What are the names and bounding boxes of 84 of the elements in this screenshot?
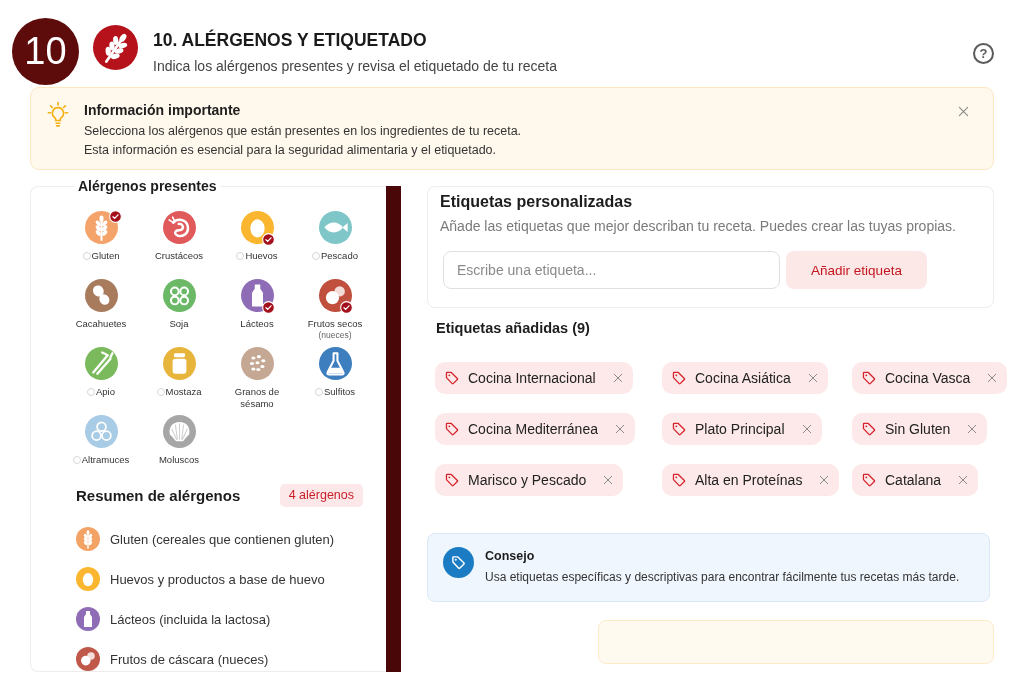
jar-icon[interactable] [162,347,196,380]
allergen-label: Altramuces [81,454,130,466]
allergen-label: Cacahuetes [75,318,127,330]
allergen-label: Gluten [91,250,120,262]
wheat-icon [93,25,138,70]
tag-icon [443,547,474,578]
radio-button[interactable] [156,387,165,396]
allergen-label: Mostaza [165,386,202,398]
close-icon[interactable] [612,373,623,383]
tag-icon [862,473,876,487]
tag-label: Catalana [885,472,942,488]
seeds-icon[interactable] [240,347,274,380]
close-icon[interactable] [603,475,614,485]
radio-button[interactable] [82,251,91,260]
close-icon[interactable] [807,373,818,383]
allergen-label: Crustáceos [154,250,204,262]
radio-button[interactable] [87,387,95,396]
shrimp-icon[interactable] [162,211,196,244]
close-icon[interactable] [987,373,998,383]
rings-icon[interactable] [162,279,196,312]
tip-text: Usa etiquetas específicas y descriptivas para encontrar fácilmente tus recetas más tarde. [485,569,960,585]
allergen-label: Sulfitos [323,386,356,398]
tag-label: Plato Principal [695,421,785,437]
add-tag-button[interactable]: Añadir etiqueta [786,251,927,289]
flask-icon[interactable] [318,347,352,380]
close-icon[interactable] [614,424,625,434]
tag-icon [445,371,459,385]
tag-icon [862,371,876,385]
step-badge: 10 [12,18,79,85]
allergen-label: Huevos [245,250,278,262]
radio-button[interactable] [314,387,323,396]
allergen-label: Frutos secos [307,318,363,330]
help-button[interactable]: ? [973,43,994,64]
stalks-icon[interactable] [84,347,118,380]
tag-label: Cocina Vasca [885,370,971,386]
tag-label: Cocina Internacional [468,370,596,386]
circles-icon[interactable] [84,415,118,448]
allergen-label: Lácteos [240,318,274,330]
close-icon[interactable] [819,475,830,485]
count-badge: 4 alérgenos [279,484,363,507]
tag-label: Marisco y Pescado [468,472,587,488]
tag-label: Alta en Proteínas [695,472,803,488]
allergen-summary-text: Gluten (cereales que contienen gluten) [110,531,335,547]
allergen-summary-text: Huevos y productos a base de huevo [110,571,325,587]
allergen-summary-text: Lácteos (incluida la lactosa) [110,611,271,627]
shell-icon[interactable] [162,415,196,448]
page-title: 10. ALÉRGENOS Y ETIQUETADO [153,29,427,51]
radio-button[interactable] [72,455,81,464]
close-icon[interactable] [958,475,969,485]
section-title: Etiquetas añadidas (9) [436,319,590,338]
allergen-note: (nueces) [318,329,352,340]
allergen-label: Apio [96,386,115,398]
tag-icon [445,422,459,436]
tag-label: Cocina Asiática [695,370,791,386]
close-icon[interactable] [958,106,969,117]
tag-label: Cocina Mediterránea [468,421,598,437]
fish-icon[interactable] [318,211,352,244]
allergen-label: Granos de sésamo [233,386,281,409]
close-icon[interactable] [967,424,978,434]
allergen-summary-text: Frutos de cáscara (nueces) [110,651,269,667]
tip-title: Consejo [485,548,535,564]
banner-title: Información importante [84,101,241,119]
page-subtitle: Indica los alérgenos presentes y revisa el etiquetado de tu receta [153,57,557,76]
close-icon[interactable] [801,424,812,434]
allergen-label: Pescado [321,250,358,262]
banner-text: Selecciona los alérgenos que están presentes en los ingredientes de tu receta. [84,123,522,140]
tag-icon [672,371,686,385]
tag-icon [862,422,876,436]
allergen-label: Soja [169,318,189,330]
section-title: Etiquetas personalizadas [440,192,633,212]
wheat-icon[interactable] [84,211,118,244]
section-title: Resumen de alérgenos [76,485,241,506]
section-description: Añade las etiquetas que mejor describan tu receta. Puedes crear las tuyas propias. [440,217,956,236]
tag-label: Sin Gluten [885,421,951,437]
tag-input[interactable]: Escribe una etiqueta... [443,251,780,289]
peanut-icon[interactable] [84,279,118,312]
banner-text: Esta información es esencial para la seguridad alimentaria y el etiquetado. [84,142,497,159]
radio-button[interactable] [236,251,245,260]
allergen-label: Moluscos [158,454,200,466]
tag-icon [445,473,459,487]
radio-button[interactable] [312,251,320,260]
tag-icon [672,473,686,487]
tag-icon [672,422,686,436]
lightbulb-icon [47,101,69,129]
